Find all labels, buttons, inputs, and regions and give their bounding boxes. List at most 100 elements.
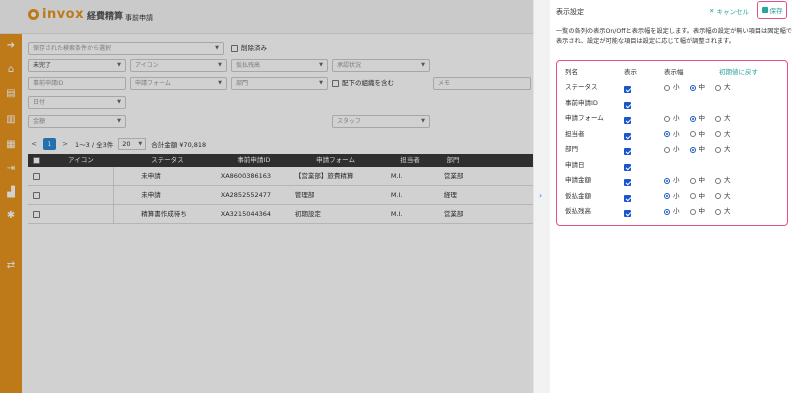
- approval-status-select[interactable]: 承認状況 ▼: [332, 59, 430, 72]
- saved-search-select[interactable]: 保存された検索条件から選択 ▼: [28, 42, 224, 55]
- radio-icon[interactable]: [689, 193, 696, 199]
- row-checkbox[interactable]: [32, 191, 40, 199]
- width-radio-option[interactable]: 小: [664, 173, 680, 188]
- save-button[interactable]: 保存: [757, 1, 787, 19]
- radio-icon[interactable]: [664, 177, 670, 184]
- radio-icon[interactable]: [664, 115, 670, 122]
- arrow-right-circle-icon[interactable]: ➜: [5, 40, 17, 52]
- checkbox-icon[interactable]: [624, 163, 631, 171]
- header-icon[interactable]: アイコン: [47, 154, 114, 167]
- width-radio-option[interactable]: 小: [664, 80, 680, 95]
- radio-icon[interactable]: [689, 177, 696, 184]
- radio-icon[interactable]: [715, 84, 721, 91]
- width-radio-option[interactable]: 小: [664, 111, 680, 126]
- report-icon[interactable]: ▦: [5, 139, 17, 151]
- show-deleted-checkbox[interactable]: 削除済み: [231, 43, 267, 54]
- checkbox-icon[interactable]: [624, 132, 631, 140]
- status-select[interactable]: 未完了 ▼: [28, 59, 126, 72]
- chart-icon[interactable]: ▟: [5, 187, 17, 199]
- gear-icon[interactable]: ✱: [5, 210, 17, 222]
- page-number-button[interactable]: 1: [43, 137, 56, 150]
- checkbox-icon[interactable]: [624, 179, 631, 186]
- checkbox-icon[interactable]: [231, 45, 238, 52]
- panel-toggle[interactable]: ›: [533, 0, 550, 393]
- table-row[interactable]: 未申請 XA2852552477 管理部 M.I. 経理: [28, 186, 533, 205]
- header-department[interactable]: 部門: [436, 154, 533, 167]
- radio-icon[interactable]: [664, 208, 670, 215]
- checkbox-icon[interactable]: [624, 210, 631, 217]
- checkbox-icon[interactable]: [624, 148, 631, 155]
- staff-select[interactable]: スタッフ ▼: [332, 115, 430, 128]
- checkbox-icon[interactable]: [624, 194, 631, 202]
- row-checkbox[interactable]: [32, 210, 40, 218]
- department-select[interactable]: 部門 ▼: [231, 77, 328, 90]
- width-radio-option[interactable]: 小: [664, 204, 680, 219]
- width-radio-option[interactable]: 小: [664, 189, 680, 204]
- table-row[interactable]: 未申請 XA8600386163 【営業部】旅費精算 M.I. 営業部: [28, 167, 533, 186]
- amount-select[interactable]: 金額 ▼: [28, 115, 126, 128]
- header-owner[interactable]: 担当者: [384, 154, 437, 167]
- document-icon[interactable]: ▤: [5, 88, 17, 100]
- width-radio-option[interactable]: 大: [715, 204, 731, 219]
- header-form[interactable]: 申請フォーム: [288, 154, 384, 167]
- document-list-icon[interactable]: ▥: [5, 114, 17, 126]
- width-radio-option[interactable]: 大: [715, 189, 731, 204]
- prev-page-button[interactable]: <: [28, 140, 40, 148]
- radio-icon[interactable]: [664, 131, 670, 137]
- reset-defaults-link[interactable]: 初期値に戻す: [719, 65, 758, 80]
- width-radio-option[interactable]: 中: [689, 204, 705, 219]
- width-radio-option[interactable]: 中: [689, 127, 705, 142]
- checkbox-icon[interactable]: [624, 101, 631, 109]
- radio-icon[interactable]: [689, 146, 696, 153]
- width-radio-option[interactable]: 大: [715, 127, 731, 142]
- width-radio-option[interactable]: 大: [715, 111, 731, 126]
- width-radio-option[interactable]: 中: [689, 189, 705, 204]
- home-icon[interactable]: ⌂: [5, 64, 17, 76]
- icon-select[interactable]: アイコン ▼: [130, 59, 227, 72]
- memo-input[interactable]: メモ: [433, 77, 531, 90]
- radio-icon[interactable]: [715, 208, 721, 215]
- width-radio-option[interactable]: 大: [715, 80, 731, 95]
- page-size-select[interactable]: 20 ▼: [118, 137, 147, 150]
- checkbox-icon[interactable]: [624, 117, 631, 124]
- width-radio-option[interactable]: 中: [689, 111, 705, 126]
- radio-icon[interactable]: [715, 115, 721, 122]
- export-icon[interactable]: ⇥: [5, 163, 17, 175]
- column-setting-row: 担当者 小 中 大: [565, 127, 785, 142]
- cancel-button[interactable]: ✕ キャンセル: [709, 6, 749, 16]
- width-radio-option[interactable]: 中: [689, 142, 705, 157]
- row-checkbox[interactable]: [32, 172, 40, 180]
- width-radio-option[interactable]: 小: [664, 142, 680, 157]
- chevron-right-icon[interactable]: ›: [539, 191, 542, 200]
- form-select[interactable]: 申請フォーム ▼: [130, 77, 227, 90]
- column-show-checkbox[interactable]: [624, 208, 631, 223]
- radio-icon[interactable]: [689, 84, 696, 91]
- next-page-button[interactable]: >: [59, 140, 71, 148]
- radio-icon[interactable]: [715, 146, 721, 153]
- width-radio-option[interactable]: 中: [689, 80, 705, 95]
- radio-icon[interactable]: [715, 131, 721, 137]
- radio-icon[interactable]: [664, 193, 670, 199]
- request-id-input[interactable]: 事前申請ID: [28, 77, 126, 90]
- radio-icon[interactable]: [715, 193, 721, 199]
- radio-icon[interactable]: [664, 146, 670, 153]
- radio-icon[interactable]: [689, 131, 696, 137]
- advance-balance-select[interactable]: 仮払残高 ▼: [231, 59, 328, 72]
- width-radio-option[interactable]: 中: [689, 173, 705, 188]
- radio-icon[interactable]: [664, 84, 670, 91]
- header-request-id[interactable]: 事前申請ID: [220, 154, 287, 167]
- include-sub-org-checkbox[interactable]: 配下の組織を含む: [332, 78, 394, 89]
- radio-icon[interactable]: [689, 208, 696, 215]
- select-all-checkbox[interactable]: [32, 157, 40, 164]
- width-radio-option[interactable]: 小: [664, 127, 680, 142]
- width-radio-option[interactable]: 大: [715, 142, 731, 157]
- radio-icon[interactable]: [689, 115, 696, 122]
- width-radio-option[interactable]: 大: [715, 173, 731, 188]
- checkbox-icon[interactable]: [332, 80, 339, 87]
- date-select[interactable]: 日付 ▼: [28, 96, 126, 109]
- header-status[interactable]: ステータス: [115, 154, 221, 167]
- table-row[interactable]: 精算書作成待ち XA3215044364 初期設定 M.I. 営業部: [28, 205, 533, 224]
- transfer-icon[interactable]: ⇄: [5, 260, 17, 272]
- checkbox-icon[interactable]: [624, 86, 631, 93]
- radio-icon[interactable]: [715, 177, 721, 184]
